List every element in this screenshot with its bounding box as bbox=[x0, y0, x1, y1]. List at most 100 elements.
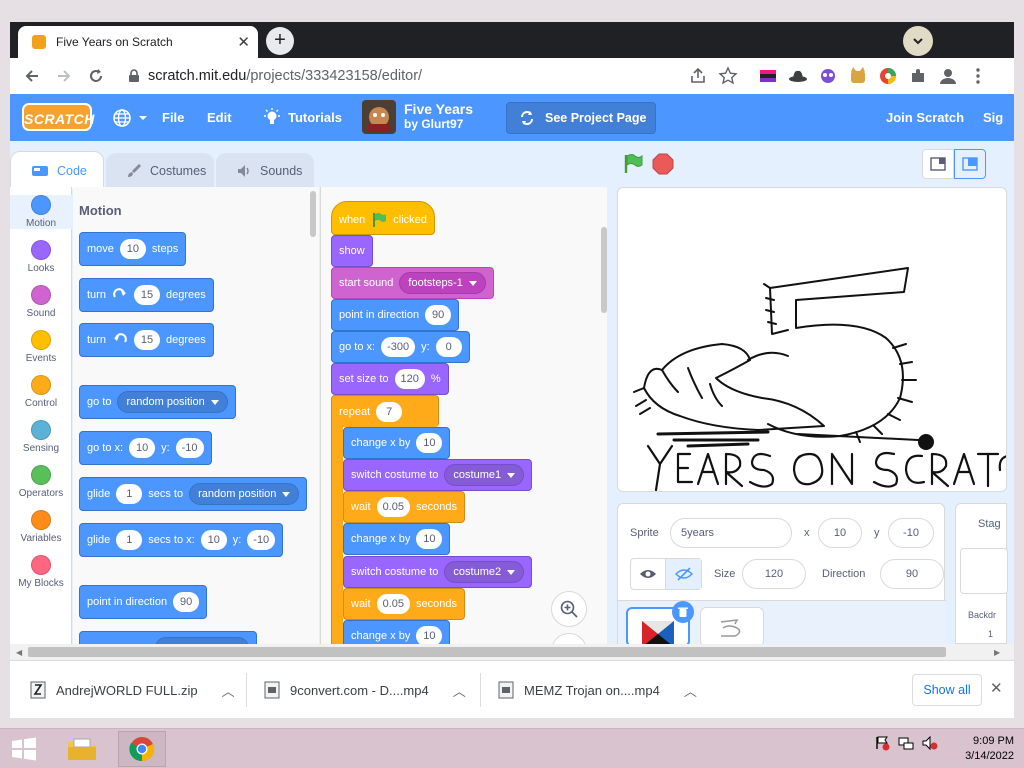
extension-cat-icon[interactable] bbox=[848, 66, 868, 86]
sign-in-button[interactable]: Sig bbox=[983, 94, 1003, 141]
category-sensing[interactable]: Sensing bbox=[10, 420, 72, 454]
block-go-to[interactable]: go to random position bbox=[79, 385, 236, 419]
partial-dropdown[interactable] bbox=[155, 637, 249, 644]
reload-button[interactable] bbox=[84, 64, 108, 88]
block-change-x[interactable]: change x by 10 bbox=[343, 523, 451, 555]
system-clock[interactable]: 9:09 PM 3/14/2022 bbox=[948, 734, 1014, 764]
tab-close-icon[interactable]: ✕ bbox=[237, 33, 250, 51]
size-input[interactable]: 120 bbox=[394, 369, 425, 389]
project-title-block[interactable]: Five Years by Glurt97 bbox=[404, 102, 473, 132]
y-input[interactable]: 0 bbox=[435, 337, 462, 357]
see-project-page-button[interactable]: See Project Page bbox=[506, 102, 656, 134]
zoom-in-button[interactable] bbox=[551, 591, 587, 627]
scroll-left-icon[interactable]: ◀ bbox=[16, 648, 22, 657]
direction-input[interactable]: 90 bbox=[173, 592, 200, 612]
block-when-flag-clicked[interactable]: when clicked bbox=[331, 201, 435, 235]
change-x-input[interactable]: 10 bbox=[416, 529, 443, 549]
goto-target-dropdown[interactable]: random position bbox=[117, 391, 228, 413]
green-flag-icon[interactable] bbox=[622, 153, 644, 175]
network-icon[interactable] bbox=[898, 735, 914, 751]
tab-costumes[interactable]: Costumes bbox=[106, 153, 214, 189]
secs-input[interactable]: 1 bbox=[116, 530, 143, 550]
direction-input[interactable]: 90 bbox=[425, 305, 452, 325]
extension-hat-icon[interactable] bbox=[788, 66, 808, 86]
show-all-downloads-button[interactable]: Show all bbox=[912, 674, 982, 706]
block-point-in-direction[interactable]: point in direction 90 bbox=[331, 299, 460, 331]
block-change-x[interactable]: change x by 10 bbox=[343, 620, 451, 644]
chevron-up-icon[interactable]: ︿ bbox=[222, 681, 235, 700]
browser-tab[interactable]: Five Years on Scratch ✕ bbox=[18, 26, 258, 58]
hide-sprite-button[interactable] bbox=[666, 559, 701, 589]
more-options-icon[interactable] bbox=[968, 66, 988, 86]
share-icon[interactable] bbox=[688, 66, 708, 86]
show-sprite-button[interactable] bbox=[631, 559, 667, 589]
block-wait[interactable]: wait 0.05 seconds bbox=[343, 588, 465, 620]
block-go-to-xy[interactable]: go to x: 10 y: -10 bbox=[79, 431, 212, 465]
x-input[interactable]: 10 bbox=[129, 438, 156, 458]
block-switch-costume[interactable]: switch costume to costume1 bbox=[343, 459, 533, 491]
scratch-logo[interactable]: SCRATCH bbox=[22, 103, 94, 131]
degrees-input[interactable]: 15 bbox=[133, 330, 160, 350]
delete-sprite-button[interactable] bbox=[672, 601, 694, 623]
chevron-up-icon[interactable]: ︿ bbox=[453, 681, 466, 700]
x-input[interactable]: 10 bbox=[200, 530, 227, 550]
file-explorer-taskbar-button[interactable] bbox=[58, 731, 106, 767]
palette-scrollbar[interactable] bbox=[310, 191, 316, 237]
sprite-x-field[interactable]: 10 bbox=[818, 518, 862, 548]
extension-alien-icon[interactable] bbox=[818, 66, 838, 86]
forward-button[interactable] bbox=[52, 64, 76, 88]
volume-muted-icon[interactable] bbox=[922, 735, 938, 751]
costume-dropdown[interactable]: costume1 bbox=[444, 464, 525, 486]
steps-input[interactable]: 10 bbox=[119, 239, 146, 259]
y-input[interactable]: -10 bbox=[247, 530, 276, 550]
category-events[interactable]: Events bbox=[10, 330, 72, 364]
block-turn-left[interactable]: turn 15 degrees bbox=[79, 323, 214, 357]
sprite-y-field[interactable]: -10 bbox=[888, 518, 934, 548]
block-move[interactable]: move 10 steps bbox=[79, 232, 187, 266]
category-control[interactable]: Control bbox=[10, 375, 72, 409]
new-tab-button[interactable]: + bbox=[266, 27, 294, 55]
block-start-sound[interactable]: start sound footsteps-1 bbox=[331, 267, 494, 299]
language-menu[interactable] bbox=[112, 94, 148, 141]
stage-target-panel[interactable]: Stag Backdr 1 bbox=[955, 503, 1008, 644]
category-variables[interactable]: Variables bbox=[10, 510, 72, 544]
extensions-puzzle-icon[interactable] bbox=[908, 66, 928, 86]
tutorials-button[interactable]: Tutorials bbox=[262, 94, 342, 141]
category-my-blocks[interactable]: My Blocks bbox=[10, 555, 72, 589]
back-button[interactable] bbox=[20, 64, 44, 88]
windows-start-icon[interactable] bbox=[8, 735, 40, 763]
y-input[interactable]: -10 bbox=[175, 438, 204, 458]
category-sound[interactable]: Sound bbox=[10, 285, 72, 319]
normal-stage-button[interactable] bbox=[954, 149, 986, 179]
block-turn-right[interactable]: turn 15 degrees bbox=[79, 278, 214, 312]
wait-input[interactable]: 0.05 bbox=[376, 497, 410, 517]
profile-avatar-icon[interactable] bbox=[938, 66, 958, 86]
join-scratch-button[interactable]: Join Scratch bbox=[886, 94, 964, 141]
download-item[interactable]: MEMZ Trojan on....mp4 ︿ bbox=[498, 671, 697, 709]
url-field[interactable]: scratch.mit.edu/projects/333423158/edito… bbox=[128, 60, 688, 92]
sound-dropdown[interactable]: footsteps-1 bbox=[399, 272, 486, 294]
category-looks[interactable]: Looks bbox=[10, 240, 72, 274]
block-wait[interactable]: wait 0.05 seconds bbox=[343, 491, 465, 523]
change-x-input[interactable]: 10 bbox=[416, 626, 443, 644]
page-horizontal-scrollbar[interactable]: ◀ ▶ bbox=[10, 644, 1014, 660]
block-repeat[interactable]: repeat 7 bbox=[331, 395, 439, 427]
code-scrollbar[interactable] bbox=[601, 227, 607, 313]
download-item[interactable]: AndrejWORLD FULL.zip ︿ bbox=[30, 671, 235, 709]
scrollbar-thumb[interactable] bbox=[28, 647, 946, 657]
x-input[interactable]: -300 bbox=[381, 337, 416, 357]
sprite-direction-field[interactable]: 90 bbox=[880, 559, 944, 589]
tab-code[interactable]: Code bbox=[10, 151, 104, 189]
small-stage-button[interactable] bbox=[922, 149, 954, 179]
block-partial[interactable] bbox=[79, 631, 257, 644]
zoom-out-button[interactable] bbox=[551, 633, 587, 644]
block-go-to-xy[interactable]: go to x: -300 y: 0 bbox=[331, 331, 470, 363]
chevron-up-icon[interactable]: ︿ bbox=[684, 681, 697, 700]
block-glide[interactable]: glide 1 secs to random position bbox=[79, 477, 308, 511]
download-item[interactable]: 9convert.com - D....mp4 ︿ bbox=[264, 671, 466, 709]
scroll-right-icon[interactable]: ▶ bbox=[994, 648, 1000, 657]
sprite-name-field[interactable]: 5years bbox=[670, 518, 792, 548]
edit-menu[interactable]: Edit bbox=[207, 94, 232, 141]
stop-icon[interactable] bbox=[652, 153, 674, 175]
file-menu[interactable]: File bbox=[162, 94, 184, 141]
